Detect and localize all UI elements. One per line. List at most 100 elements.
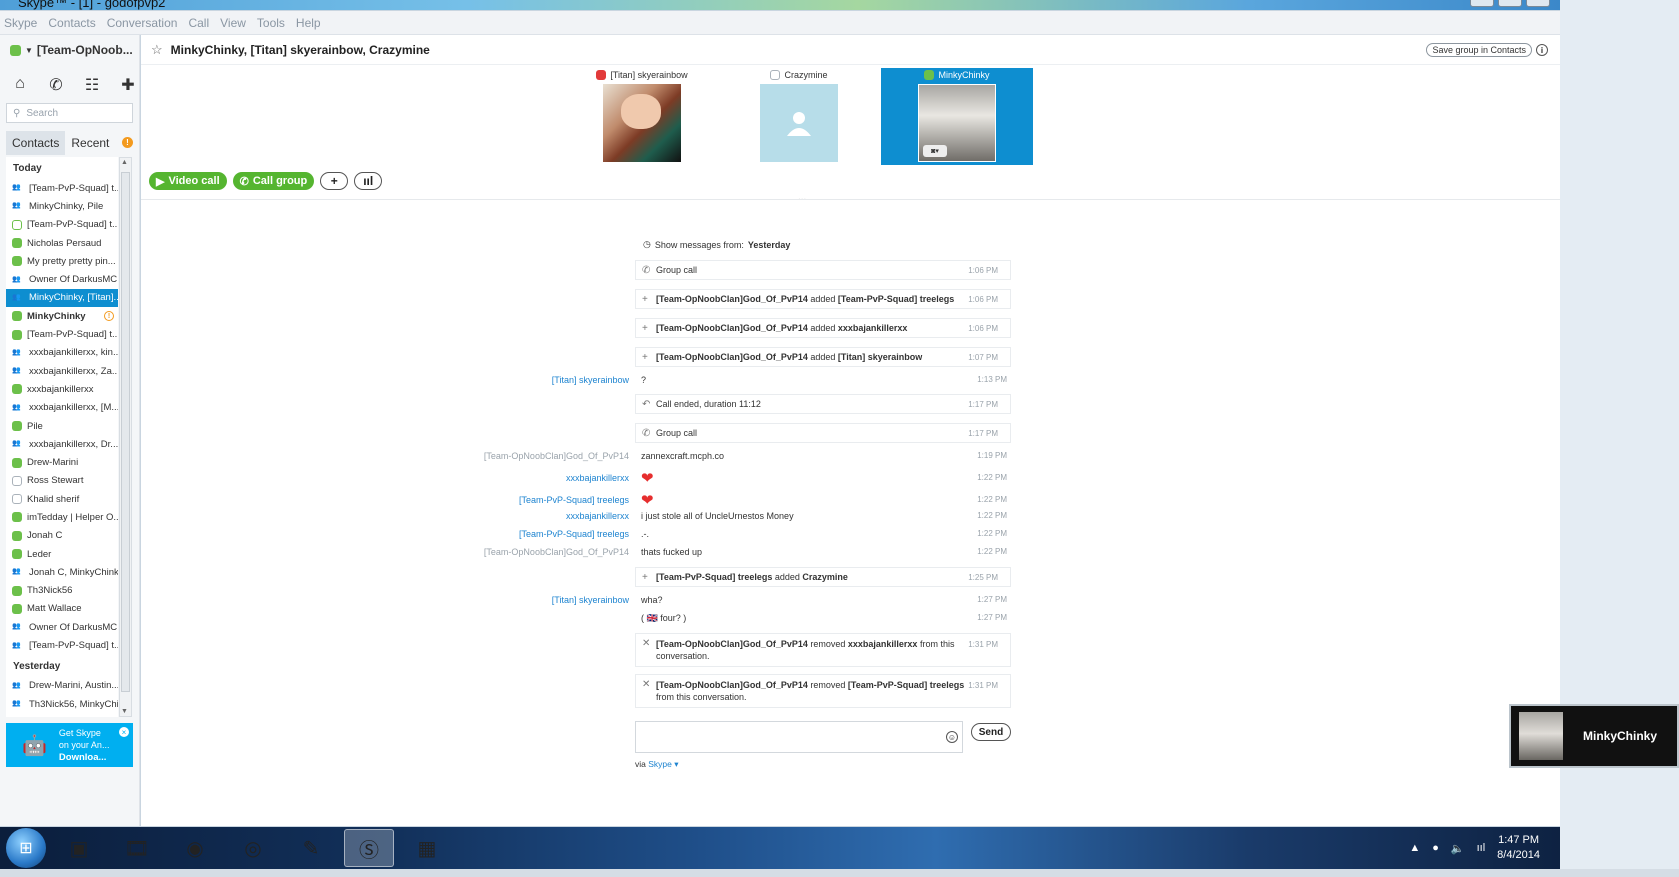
message-sender[interactable]: [Titan] skyerainbow	[552, 375, 629, 385]
contacts-scrollbar[interactable]: ▲ ▼	[119, 157, 132, 717]
recent-list-item[interactable]: Leder	[6, 545, 118, 563]
show-hidden-icons-icon[interactable]: ▲	[1409, 842, 1420, 854]
contact-name: MinkyChinky	[27, 310, 86, 322]
add-icon: +	[642, 322, 648, 334]
recent-list-item[interactable]: 👥 [Team-PvP-Squad] t...	[6, 179, 118, 197]
send-button[interactable]: Send	[971, 723, 1011, 741]
android-promo-banner[interactable]: 🤖 Get Skype on your An... Downloa... ×	[6, 723, 133, 767]
message-input[interactable]: ☺	[635, 721, 963, 753]
group-icon[interactable]: ☷	[82, 75, 102, 95]
recent-list-item[interactable]: 👥 xxxbajankillerxx, Za...	[6, 362, 118, 380]
event-time: 1:17 PM	[968, 429, 998, 438]
movie-maker-icon[interactable]: 🎞	[112, 829, 162, 867]
recent-list-item[interactable]: Nicholas Persaud	[6, 234, 118, 252]
tab-recent[interactable]: Recent	[65, 131, 115, 155]
profile-button[interactable]: ▼ [Team-OpNoob...	[10, 43, 133, 57]
firefox-icon[interactable]: ◉	[170, 829, 220, 867]
event-actor: [Team-OpNoobClan]God_Of_PvP14	[656, 639, 808, 649]
event-call: ✆ Group call 1:06 PM	[635, 260, 1011, 280]
menu-conversation[interactable]: Conversation	[107, 16, 178, 30]
minecraft-icon[interactable]: ▣	[54, 829, 104, 867]
recent-list-item[interactable]: [Team-PvP-Squad] t...	[6, 216, 118, 234]
recent-list-item[interactable]: 👥 Th3Nick56, MinkyChi...	[6, 695, 118, 713]
recent-list-item[interactable]: 👥 Jonah C, MinkyChink...	[6, 563, 118, 581]
record-icon[interactable]: ●	[1432, 842, 1439, 854]
recent-list-item[interactable]: Ross Stewart	[6, 472, 118, 490]
add-contact-icon[interactable]: ✚	[118, 75, 138, 95]
start-button[interactable]: ⊞	[6, 828, 46, 868]
message-sender[interactable]: [Titan] skyerainbow	[552, 595, 629, 605]
recent-list-item[interactable]: 👥 MinkyChinky, Pile	[6, 197, 118, 215]
menu-skype[interactable]: Skype	[4, 16, 37, 30]
skype-taskbar-icon[interactable]: Ⓢ	[344, 829, 394, 867]
network-icon[interactable]: ııl	[1477, 842, 1486, 854]
promo-close-icon[interactable]: ×	[119, 727, 129, 737]
menu-call[interactable]: Call	[188, 16, 209, 30]
close-button[interactable]	[1526, 0, 1550, 7]
contact-name: imTedday | Helper O...	[27, 511, 118, 523]
event-actor: [Team-OpNoobClan]God_Of_PvP14	[656, 294, 808, 304]
scroll-down-icon[interactable]: ▼	[121, 708, 128, 715]
message-sender[interactable]: [Team-OpNoobClan]God_Of_PvP14	[484, 547, 629, 557]
recent-list-item[interactable]: 👥 xxxbajankillerxx, Dr...	[6, 435, 118, 453]
tab-contacts[interactable]: Contacts	[6, 131, 66, 155]
window-controls	[1470, 0, 1550, 7]
contact-name: xxxbajankillerxx, [M...	[29, 402, 118, 414]
scroll-up-icon[interactable]: ▲	[121, 159, 128, 166]
paint-icon[interactable]: ✎	[286, 829, 336, 867]
message-sender[interactable]: xxxbajankillerxx	[566, 473, 629, 483]
recent-list-item[interactable]: 👥 Owner Of DarkusMC...	[6, 270, 118, 288]
message-body: i just stole all of UncleUrnestos Money	[641, 511, 794, 521]
menu-tools[interactable]: Tools	[257, 16, 285, 30]
contact-name: Pile	[27, 420, 43, 432]
group-chat-icon: 👥	[12, 348, 21, 356]
recent-list-item[interactable]: My pretty pretty pin...	[6, 252, 118, 270]
volume-icon[interactable]: 🔈	[1451, 842, 1465, 855]
recent-list-item[interactable]: [Team-PvP-Squad] t...	[6, 325, 118, 343]
phone-icon: ✆	[642, 264, 651, 276]
alert-icon: !	[122, 137, 133, 148]
recent-list-item[interactable]: Matt Wallace	[6, 600, 118, 618]
via-skype-link[interactable]: Skype ▾	[648, 759, 678, 769]
recent-list-item[interactable]: Pile	[6, 417, 118, 435]
message-sender[interactable]: [Team-PvP-Squad] treelegs	[519, 495, 629, 505]
promo-download-link[interactable]: Downloa...	[59, 752, 107, 763]
offline-status-icon	[12, 475, 22, 486]
recent-list-item[interactable]: Drew-Marini	[6, 453, 118, 471]
chrome-icon[interactable]: ◎	[228, 829, 278, 867]
maximize-button[interactable]	[1498, 0, 1522, 7]
recent-list-item[interactable]: 👥 MinkyChinky, [Titan]...	[6, 288, 118, 308]
event-time: 1:17 PM	[968, 400, 998, 409]
recent-list-item[interactable]: Khalid sherif	[6, 490, 118, 508]
heart-emoticon-icon: ❤	[641, 470, 654, 487]
menu-help[interactable]: Help	[296, 16, 321, 30]
search-input[interactable]: ⚲ Search	[6, 103, 133, 123]
recent-list-item[interactable]: 👥 xxxbajankillerxx, [M...	[6, 399, 118, 417]
menu-contacts[interactable]: Contacts	[48, 16, 95, 30]
recent-list-item[interactable]: Th3Nick56	[6, 582, 118, 600]
recent-list-item[interactable]: 👥 [Team-PvP-Squad] t...	[6, 636, 118, 654]
event-text: Group call	[656, 428, 966, 438]
recent-list-item[interactable]: 👥 Drew-Marini, Austin...	[6, 677, 118, 695]
recent-list-item[interactable]: 👥 xxxbajankillerxx, kin...	[6, 344, 118, 362]
recent-list-item[interactable]: MinkyChinky!	[6, 307, 118, 325]
message-sender[interactable]: xxxbajankillerxx	[566, 511, 629, 521]
minimize-button[interactable]	[1470, 0, 1494, 7]
recent-list-item[interactable]: 👥 Owner Of DarkusMC...	[6, 618, 118, 636]
phone-icon[interactable]: ✆	[46, 75, 66, 95]
recent-list-item[interactable]: xxxbajankillerxx	[6, 380, 118, 398]
clock[interactable]: 1:47 PM 8/4/2014	[1497, 833, 1540, 863]
message-sender[interactable]: [Team-OpNoobClan]God_Of_PvP14	[484, 451, 629, 461]
event-remove: ✕ [Team-OpNoobClan]God_Of_PvP14 removed […	[635, 674, 1011, 708]
message-sender[interactable]: [Team-PvP-Squad] treelegs	[519, 529, 629, 539]
video-popup[interactable]: MinkyChinky	[1509, 704, 1679, 768]
menu-view[interactable]: View	[220, 16, 246, 30]
show-messages-from[interactable]: ◷ Show messages from: Yesterday	[643, 239, 790, 250]
recent-list-item[interactable]: imTedday | Helper O...	[6, 508, 118, 526]
home-icon[interactable]: ⌂	[10, 75, 30, 95]
message-time: 1:13 PM	[977, 375, 1007, 384]
emoticon-icon[interactable]: ☺	[946, 731, 958, 743]
recent-list-item[interactable]: Jonah C	[6, 527, 118, 545]
minecraft-launcher-icon[interactable]: ▦	[402, 829, 452, 867]
scroll-thumb[interactable]	[121, 172, 130, 692]
